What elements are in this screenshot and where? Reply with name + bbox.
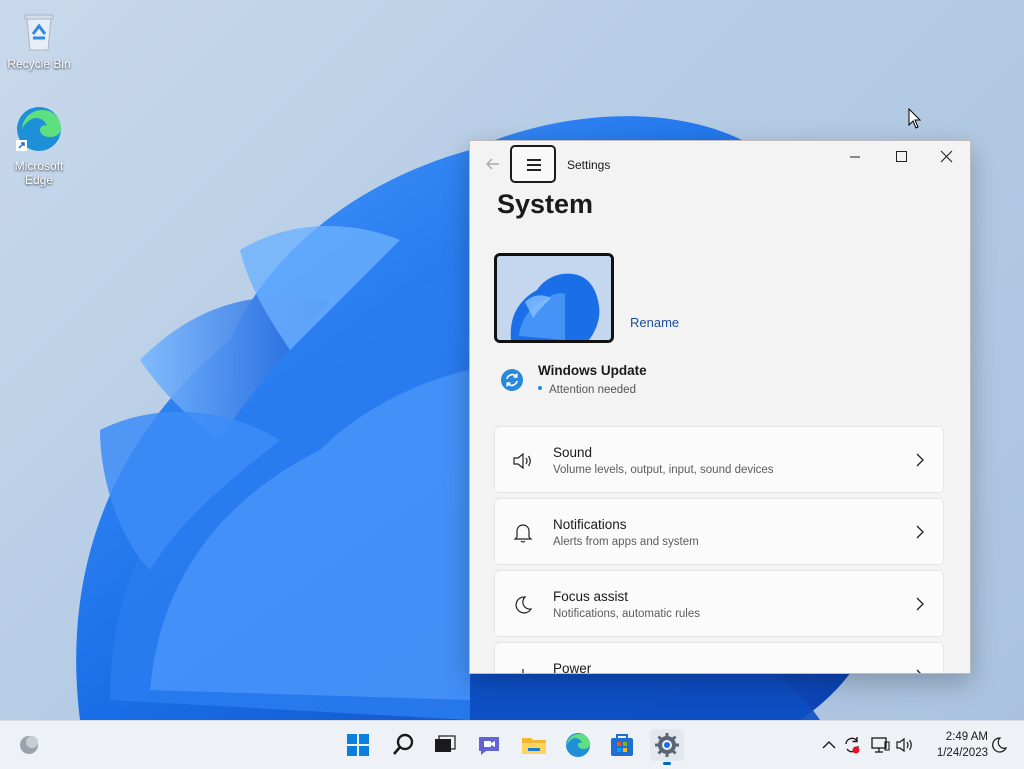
volume-tray-button[interactable]: [894, 734, 916, 756]
moon-icon: [515, 596, 533, 614]
rename-link[interactable]: Rename: [630, 315, 679, 330]
file-explorer-icon: [522, 738, 546, 754]
search-button[interactable]: [386, 729, 420, 761]
close-icon: [940, 150, 953, 163]
sound-title: Sound: [553, 445, 593, 460]
maximize-button[interactable]: [878, 147, 924, 177]
speaker-icon: [896, 737, 912, 753]
status-dot: [538, 385, 542, 390]
notifications-subtitle: Alerts from apps and system: [553, 536, 699, 548]
settings-icon: [655, 733, 679, 757]
windows-update-status-text: Attention needed: [549, 384, 636, 396]
chevron-up-icon: [822, 741, 836, 749]
chevron-right-icon: [916, 597, 924, 611]
widgets-button[interactable]: [12, 729, 46, 761]
task-view-icon: [435, 735, 456, 752]
focus-assist-subtitle: Notifications, automatic rules: [553, 608, 701, 620]
sync-icon: [845, 737, 860, 754]
focus-assist-card[interactable]: Focus assist Notifications, automatic ru…: [494, 570, 944, 637]
show-hidden-icons-button[interactable]: [818, 734, 840, 756]
start-icon: [347, 734, 369, 756]
store-icon: [611, 734, 633, 756]
network-tray-button[interactable]: [869, 734, 891, 756]
weather-widget-icon: [20, 736, 38, 754]
update-tray-button[interactable]: [841, 734, 863, 756]
bell-icon: [513, 524, 533, 543]
edge-icon: [16, 107, 61, 151]
power-title: Power: [553, 661, 592, 674]
recycle-bin-icon: [24, 14, 54, 51]
title-bar[interactable]: Settings: [470, 141, 970, 189]
speaker-icon: [513, 452, 531, 470]
notifications-card[interactable]: Notifications Alerts from apps and syste…: [494, 498, 944, 565]
edge-desktop-icon[interactable]: Microsoft Edge: [4, 104, 74, 187]
store-button[interactable]: [605, 729, 639, 761]
sound-card[interactable]: Sound Volume levels, output, input, soun…: [494, 426, 944, 493]
file-explorer-button[interactable]: [517, 729, 551, 761]
device-thumbnail: [494, 253, 614, 343]
moon-icon: [992, 737, 1008, 753]
windows-update-status: Attention needed: [538, 384, 636, 396]
windows-update-title[interactable]: Windows Update: [538, 363, 647, 378]
search-icon: [393, 733, 414, 755]
clock-date: 1/24/2023: [936, 747, 988, 759]
maximize-icon: [896, 151, 907, 162]
back-button[interactable]: [484, 155, 504, 175]
edge-taskbar-button[interactable]: [561, 729, 595, 761]
edge-icon: [566, 733, 590, 757]
chevron-right-icon: [916, 669, 921, 673]
edge-label: Microsoft Edge: [14, 159, 64, 187]
network-icon: [871, 737, 890, 753]
recycle-bin-desktop-icon[interactable]: Recycle Bin: [4, 10, 74, 71]
power-card[interactable]: Power: [494, 642, 944, 674]
power-icon: [517, 669, 529, 673]
focus-assist-title: Focus assist: [553, 589, 629, 604]
page-title: System: [497, 189, 594, 219]
chevron-right-icon: [916, 453, 924, 467]
hamburger-icon: [527, 159, 541, 161]
task-view-button[interactable]: [428, 729, 462, 761]
notifications-title: Notifications: [553, 517, 627, 532]
minimize-icon: [850, 156, 860, 158]
back-arrow-icon: [486, 158, 499, 170]
close-button[interactable]: [924, 147, 970, 177]
minimize-button[interactable]: [832, 147, 878, 177]
start-button[interactable]: [341, 729, 375, 761]
chat-button[interactable]: [472, 729, 506, 761]
wallpaper-thumbnail-image: [497, 256, 611, 340]
settings-window: Settings System Rename Windows Update At…: [469, 140, 971, 674]
clock-time: 2:49 AM: [945, 731, 988, 743]
focus-assist-tray-button[interactable]: [988, 734, 1010, 756]
navigation-menu-button[interactable]: [510, 145, 556, 183]
app-title: Settings: [567, 158, 611, 172]
mouse-cursor-icon: [908, 108, 922, 129]
settings-taskbar-button[interactable]: [650, 729, 684, 765]
recycle-bin-label: Recycle Bin: [7, 57, 71, 71]
clock[interactable]: 2:49 AM 1/24/2023: [918, 729, 988, 761]
taskbar: 2:49 AM 1/24/2023: [0, 720, 1024, 769]
chat-icon: [479, 737, 499, 755]
sound-subtitle: Volume levels, output, input, sound devi…: [553, 464, 774, 476]
windows-update-icon: [501, 369, 523, 391]
chevron-right-icon: [916, 525, 924, 539]
